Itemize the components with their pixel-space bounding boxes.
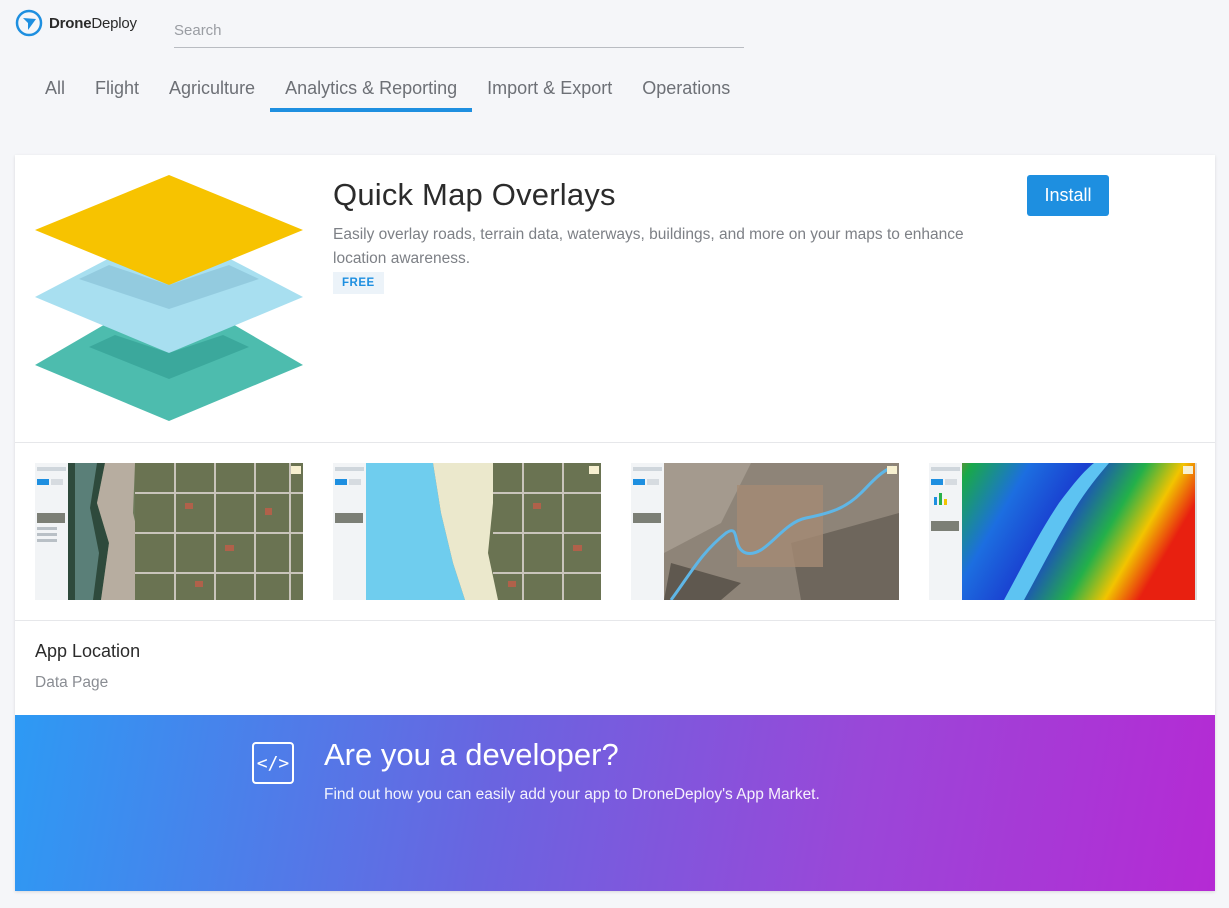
screenshot-satellite[interactable] [35,463,303,600]
code-icon: </> [252,742,294,784]
tab-import-export[interactable]: Import & Export [472,70,627,111]
price-badge: FREE [333,272,384,294]
screenshot-elevation-heatmap[interactable] [929,463,1197,600]
install-button[interactable]: Install [1027,175,1109,216]
layers-icon [35,175,303,423]
app-detail-card: Quick Map Overlays Easily overlay roads,… [15,155,1215,891]
tab-all[interactable]: All [30,70,80,111]
logo-icon [15,9,43,37]
screenshot-terrain-river[interactable] [631,463,899,600]
category-tabs: All Flight Agriculture Analytics & Repor… [30,70,745,112]
top-bar: DroneDeploy All Flight Agriculture Analy… [0,0,1229,112]
tab-analytics-reporting[interactable]: Analytics & Reporting [270,70,473,112]
app-location-value: Data Page [35,674,109,691]
dronedeploy-logo[interactable]: DroneDeploy [15,9,137,37]
app-location-label: App Location [35,641,141,661]
divider [15,620,1215,621]
app-description: Easily overlay roads, terrain data, wate… [333,226,964,267]
tab-operations[interactable]: Operations [627,70,745,111]
developer-title: Are you a developer? [324,737,619,772]
developer-subtitle[interactable]: Find out how you can easily add your app… [324,786,820,804]
developer-banner[interactable]: </> Are you a developer? Find out how yo… [15,715,1215,891]
screenshot-water-overlay[interactable] [333,463,601,600]
search-input[interactable] [174,14,744,48]
divider [15,442,1215,443]
tab-flight[interactable]: Flight [80,70,154,111]
screenshot-gallery [35,463,1197,600]
app-title: Quick Map Overlays [333,177,616,212]
tab-agriculture[interactable]: Agriculture [154,70,270,111]
logo-text: DroneDeploy [49,14,137,32]
